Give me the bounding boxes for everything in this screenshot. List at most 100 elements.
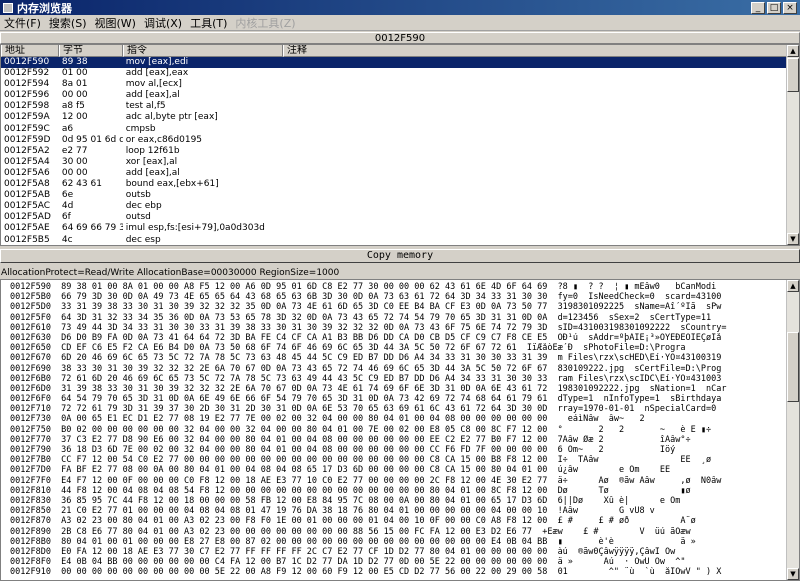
window-title: 内存浏览器 [17,1,72,15]
header-instruction[interactable]: 指令 [123,45,283,57]
table-row[interactable]: 0012F5A2 e2 77 loop 12f61b [1,146,787,157]
table-row[interactable]: 0012F592 01 00 add [eax],eax [1,68,787,79]
dump-line[interactable]: 0012F6D0 31 39 38 33 30 31 30 39 32 32 3… [1,384,787,394]
menu-view[interactable]: 视图(W) [91,15,140,31]
cell-bytes: e2 77 [61,145,88,156]
header-comment[interactable]: 注释 [283,45,789,57]
cell-comment [282,168,787,179]
cell-address: 0012F5AC [4,201,51,212]
menu-file[interactable]: 文件(F) [0,15,45,31]
dump-line[interactable]: 0012F7B0 CC F7 12 00 54 C0 E2 77 00 00 0… [1,455,787,465]
dump-line[interactable]: 0012F730 0A 00 65 E1 EC D1 E2 77 08 19 E… [1,414,787,424]
cell-bytes: 6e [61,190,74,201]
dump-line[interactable]: 0012F8B0 80 04 01 00 01 00 00 00 E8 27 E… [1,537,787,547]
table-row[interactable]: 0012F594 8a 01 mov al,[ecx] [1,79,787,90]
address-banner: 0012F590 [0,32,800,44]
hex-dump-scrollbar[interactable]: ▲ ▼ [786,280,799,580]
cell-comment [282,112,787,123]
scroll-up-icon[interactable]: ▲ [787,45,799,57]
scroll-thumb[interactable] [787,332,799,402]
cell-address: 0012F5AB [4,190,51,201]
cell-address: 0012F590 [4,57,50,67]
copy-memory-button[interactable]: Copy memory [0,249,800,263]
table-row[interactable]: 0012F5AE 64 69 66 79 3...imul esp,fs:[esi… [1,223,787,234]
dump-line[interactable]: 0012F630 D6 D0 B9 FA 0D 0A 73 41 64 64 7… [1,333,787,343]
header-bytes[interactable]: 字节 [59,45,123,57]
title-bar[interactable]: 内存浏览器 _ □ × [0,0,800,15]
table-row[interactable]: 0012F5A6 00 00 add [eax],al [1,168,787,179]
menu-tools[interactable]: 工具(T) [186,15,231,31]
dump-line[interactable]: 0012F6B0 72 61 6D 20 46 69 6C 65 73 5C 7… [1,374,787,384]
cell-bytes: 89 38 [61,57,88,67]
scroll-thumb[interactable] [787,58,799,92]
menu-search[interactable]: 搜索(S) [45,15,91,31]
dump-line[interactable]: 0012F870 A3 02 23 00 80 04 01 00 A3 02 2… [1,516,787,526]
dump-line[interactable]: 0012F5D0 33 31 39 38 33 30 31 30 39 32 3… [1,302,787,312]
table-row[interactable]: 0012F5AB 6e outsb [1,190,787,201]
minimize-button[interactable]: _ [751,1,765,14]
cell-instruction: add [eax],al [125,167,180,178]
dump-line[interactable]: 0012F670 6D 20 46 69 6C 65 73 5C 72 7A 7… [1,353,787,363]
cell-bytes: 0d 95 01 6d c8 [61,134,123,145]
table-row[interactable]: 0012F598 a8 f5 test al,f5 [1,101,787,112]
dump-line[interactable]: 0012F790 36 18 D3 6D 7E 00 02 00 32 04 0… [1,445,787,455]
cell-instruction: mov [eax],edi [125,57,189,67]
table-row[interactable]: 0012F590 89 38 mov [eax],edi [1,57,787,69]
table-row[interactable]: 0012F596 00 00 add [eax],al [1,90,787,101]
scroll-up-icon[interactable]: ▲ [787,280,799,292]
cell-instruction: add [eax],al [125,90,180,101]
table-row[interactable]: 0012F59A 12 00 adc al,byte ptr [eax] [1,112,787,123]
hex-dump-view[interactable]: 0012F590 89 38 01 00 8A 01 00 00 A8 F5 1… [0,279,800,581]
cell-instruction: or eax,c86d0195 [125,134,203,145]
cell-address: 0012F59D [4,134,51,145]
header-address[interactable]: 地址 [1,45,59,57]
cell-address: 0012F5AE [4,223,50,234]
dump-line[interactable]: 0012F810 44 F8 12 00 04 08 04 08 54 F8 1… [1,486,787,496]
table-row[interactable]: 0012F5AD 6f outsd [1,212,787,223]
dump-line[interactable]: 0012F5B0 66 79 3D 30 0D 0A 49 73 4E 65 6… [1,292,787,302]
cell-bytes: 6f [61,212,71,223]
cell-instruction: outsb [125,190,151,201]
cell-comment [282,212,787,223]
cell-address: 0012F598 [4,101,50,112]
menu-debug[interactable]: 调试(X) [140,15,186,31]
table-row[interactable]: 0012F59D 0d 95 01 6d c8or eax,c86d0195 [1,135,787,146]
table-row[interactable]: 0012F5A4 30 00 xor [eax],al [1,157,787,168]
dump-line[interactable]: 0012F830 36 85 95 7C 44 F8 12 00 18 00 0… [1,496,787,506]
dump-line[interactable]: 0012F890 2B C8 E6 77 80 04 01 00 A3 02 2… [1,527,787,537]
cell-comment [282,79,787,90]
disassembly-grid[interactable]: 地址 字节 指令 注释 0012F590 89 38 mov [eax],edi 00… [0,44,800,246]
dump-line[interactable]: 0012F650 CD EF C6 E5 F2 CA E6 B4 D0 0A 7… [1,343,787,353]
dump-line[interactable]: 0012F8D0 E0 FA 12 00 18 AE E3 77 30 C7 E… [1,547,787,557]
scroll-down-icon[interactable]: ▼ [787,568,799,580]
dump-line[interactable]: 0012F610 73 49 44 3D 34 33 31 30 30 33 3… [1,323,787,333]
dump-line[interactable]: 0012F7F0 E4 F7 12 00 0F 00 00 00 C0 F8 1… [1,476,787,486]
cell-instruction: loop 12f61b [125,145,180,156]
table-row[interactable]: 0012F5AC 4d dec ebp [1,201,787,212]
dump-line[interactable]: 0012F8F0 E4 0B 04 BB 00 00 00 00 00 00 C… [1,557,787,567]
dump-line[interactable]: 0012F590 89 38 01 00 8A 01 00 00 A8 F5 1… [1,282,787,292]
table-row[interactable]: 0012F59C a6 cmpsb [1,124,787,135]
dump-line[interactable]: 0012F710 72 72 61 79 3D 31 39 37 30 2D 3… [1,404,787,414]
dump-line[interactable]: 0012F5F0 64 3D 31 32 33 34 35 36 0D 0A 7… [1,313,787,323]
scroll-down-icon[interactable]: ▼ [787,233,799,245]
cell-address: 0012F594 [4,79,50,90]
dump-line[interactable]: 0012F770 37 C3 E2 77 D8 90 E6 00 32 04 0… [1,435,787,445]
cell-bytes: 64 69 66 79 3... [61,223,123,234]
table-row[interactable]: 0012F5A8 62 43 61 bound eax,[ebx+61] [1,179,787,190]
dump-line[interactable]: 0012F910 00 00 00 00 00 00 00 00 00 00 5… [1,567,787,577]
cell-instruction: outsd [125,212,151,223]
cell-instruction: cmpsb [125,123,156,134]
grid-header: 地址 字节 指令 注释 [1,45,799,57]
cell-bytes: 00 00 [61,167,88,178]
dump-line[interactable]: 0012F850 21 C0 E2 77 01 00 00 00 04 08 0… [1,506,787,516]
cell-instruction: imul esp,fs:[esi+79],0a0d303d [125,223,265,234]
close-button[interactable]: × [783,1,797,14]
dump-line[interactable]: 0012F690 38 33 30 31 30 39 32 32 32 2E 6… [1,364,787,374]
disassembly-scrollbar[interactable]: ▲ ▼ [786,45,799,245]
table-row[interactable]: 0012F5B5 4c dec esp [1,235,787,246]
maximize-button[interactable]: □ [767,1,781,14]
dump-line[interactable]: 0012F750 B0 02 00 00 00 00 00 00 32 04 0… [1,425,787,435]
dump-line[interactable]: 0012F6F0 64 54 79 70 65 3D 31 0D 0A 6E 4… [1,394,787,404]
dump-line[interactable]: 0012F7D0 FA BF E2 77 08 00 0A 00 80 04 0… [1,465,787,475]
